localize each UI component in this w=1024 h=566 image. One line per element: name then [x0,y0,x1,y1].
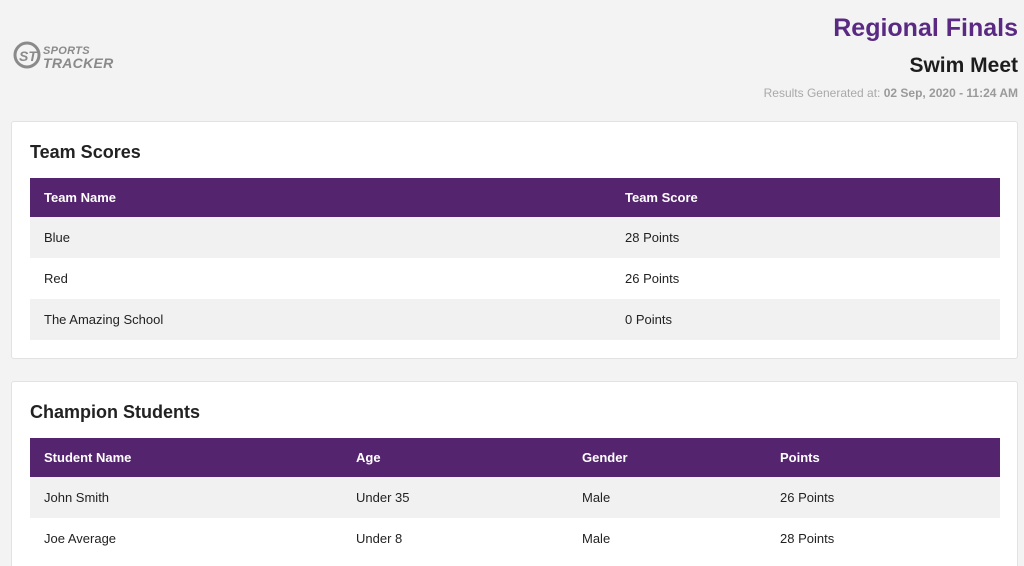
generated-label: Results Generated at: [763,86,881,100]
page-subtitle: Swim Meet [909,54,1018,77]
column-header-age: Age [356,450,381,465]
table-header-row: Team Name Team Score [30,178,1000,217]
generated-value: 02 Sep, 2020 - 11:24 AM [883,86,1018,100]
team-scores-title: Team Scores [30,142,141,162]
page-title: Regional Finals [833,14,1018,42]
team-score-cell: 26 Points [625,271,680,286]
gender-cell: Male [582,531,611,546]
gender-cell: Male [582,490,611,505]
team-name-cell: Blue [44,230,71,245]
team-score-cell: 28 Points [625,230,680,245]
points-cell: 28 Points [780,531,835,546]
results-generated-timestamp: Results Generated at: 02 Sep, 2020 - 11:… [764,86,1018,100]
sports-tracker-logo: ST SPORTS TRACKER [13,40,123,74]
age-cell: Under 8 [356,531,403,546]
table-row: John Smith Under 35 Male 26 Points [30,477,1000,518]
logo-line-tracker: TRACKER [43,55,114,71]
team-score-cell: 0 Points [625,312,672,327]
champion-students-card: Champion Students Student Name Age Gende… [11,381,1018,566]
age-cell: Under 35 [356,490,410,505]
table-header-row: Student Name Age Gender Points [30,438,1000,477]
student-name-cell: John Smith [44,490,110,505]
column-header-team-name: Team Name [44,190,117,205]
team-name-cell: Red [44,271,68,286]
table-row: The Amazing School 0 Points [30,299,1000,340]
team-scores-table: Team Name Team Score Blue 28 Points Red … [30,178,1000,340]
column-header-gender: Gender [582,450,628,465]
column-header-points: Points [780,450,820,465]
logo-emblem-icon: ST [13,41,41,69]
column-header-student-name: Student Name [44,450,132,465]
table-row: Red 26 Points [30,258,1000,299]
table-row: Blue 28 Points [30,217,1000,258]
champion-students-table: Student Name Age Gender Points John Smit… [30,438,1000,559]
svg-text:ST: ST [19,48,38,64]
student-name-cell: Joe Average [44,531,117,546]
team-name-cell: The Amazing School [44,312,164,327]
page-header: ST SPORTS TRACKER Regional Finals Swim M… [0,0,1024,120]
logo-wordmark: SPORTS TRACKER [43,46,114,71]
champion-students-title: Champion Students [30,402,200,422]
column-header-team-score: Team Score [625,190,698,205]
team-scores-card: Team Scores Team Name Team Score Blue 28… [11,121,1018,359]
table-row: Joe Average Under 8 Male 28 Points [30,518,1000,559]
points-cell: 26 Points [780,490,835,505]
